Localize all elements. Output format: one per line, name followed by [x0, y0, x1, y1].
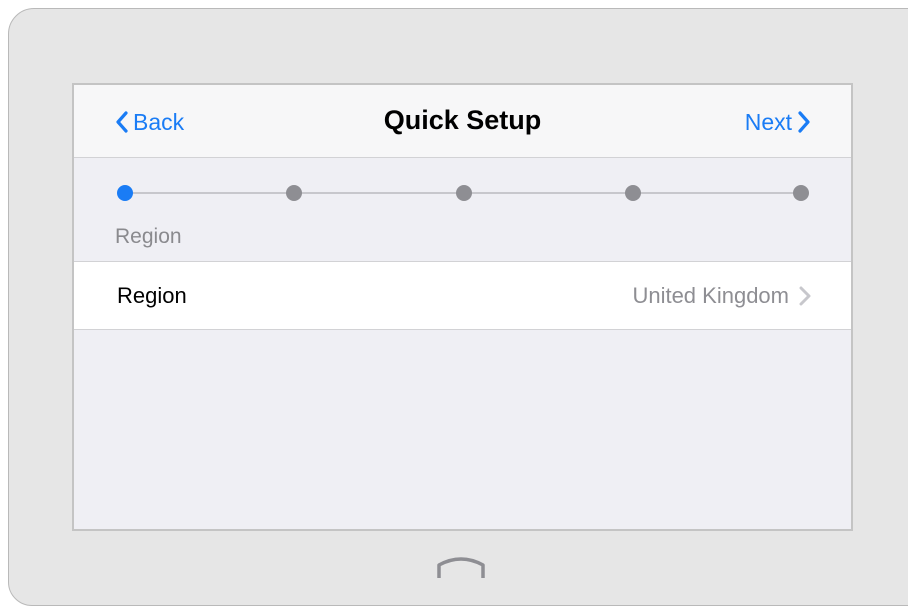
home-button-icon[interactable]	[434, 555, 488, 581]
chevron-right-icon	[798, 111, 810, 133]
step-dot-4	[625, 185, 641, 201]
region-setting-value: United Kingdom	[632, 283, 789, 308]
region-setting-row[interactable]: Region United Kingdom	[74, 261, 851, 330]
region-setting-value-group: United Kingdom	[632, 283, 811, 309]
current-step-label: Region	[115, 225, 182, 248]
region-setting-label: Region	[117, 283, 187, 308]
step-dot-2	[286, 185, 302, 201]
next-button-label: Next	[744, 108, 792, 135]
next-button[interactable]: Next	[745, 107, 811, 137]
device-screen: Back Quick Setup Next Region Region Unit…	[72, 83, 853, 531]
setup-progress-stepper	[117, 185, 809, 201]
step-dot-5	[793, 185, 809, 201]
navigation-bar: Back Quick Setup Next	[74, 85, 851, 158]
step-dot-3	[456, 185, 472, 201]
step-dot-1	[117, 185, 133, 201]
page-title: Quick Setup	[383, 105, 542, 135]
chevron-right-icon	[799, 286, 811, 306]
